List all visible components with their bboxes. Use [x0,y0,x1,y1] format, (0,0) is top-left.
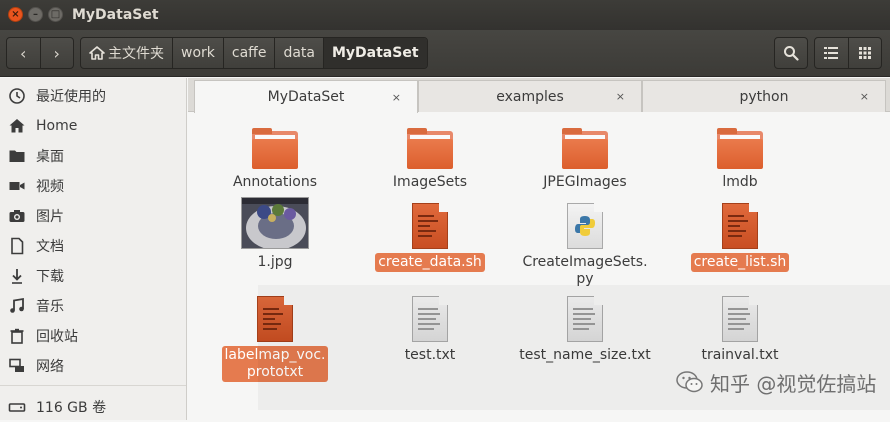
tab-examples[interactable]: examples × [418,80,642,112]
sidebar-item-recent[interactable]: 最近使用的 [0,81,186,111]
wechat-icon [676,371,703,393]
sidebar-item-documents[interactable]: 文档 [0,231,186,261]
video-icon [9,182,25,190]
sidebar-item-label: 桌面 [36,149,64,165]
sidebar-item-label: 下载 [36,269,64,285]
camera-icon [9,210,25,222]
history-nav: ‹ › [6,37,74,69]
sidebar-item-music[interactable]: 音乐 [0,291,186,321]
sidebar-item-home[interactable]: Home [0,111,186,141]
watermark-text: 知乎 @视觉佐搞站 [710,371,877,396]
watermark: 知乎 @视觉佐搞站 [676,360,886,404]
file-item-create-list-sh[interactable]: create_list.sh [665,202,815,272]
sidebar-item-videos[interactable]: 视频 [0,171,186,201]
breadcrumb-mydataset[interactable]: MyDataSet [322,38,427,68]
minimize-window-button[interactable]: – [28,7,43,22]
script-file-icon [722,202,759,249]
drive-icon [8,403,26,412]
sidebar-item-label: 视频 [36,179,64,195]
download-icon [12,269,22,284]
window-title: MyDataSet [72,7,159,23]
breadcrumb-data[interactable]: data [274,38,323,68]
document-icon [11,237,24,255]
file-name: CreateImageSets. py [522,254,648,287]
sidebar-item-network[interactable]: 网络 [0,351,186,381]
toolbar: ‹ › 主文件夹 work caffe data MyDataSet [0,30,890,77]
clock-icon [9,88,25,104]
close-icon[interactable]: × [860,90,869,103]
places-sidebar: 最近使用的 Home 桌面 视频 图片 文档 下载 音乐 回收站 网络 116 … [0,78,187,420]
file-name: JPEGImages [543,174,627,190]
network-icon [9,358,24,372]
file-item-create-data-sh[interactable]: create_data.sh [355,202,505,272]
music-icon [10,297,24,313]
python-file-icon [567,202,604,249]
chevron-left-icon: ‹ [20,43,27,63]
sidebar-item-volume[interactable]: 116 GB 卷 [0,392,186,422]
file-name: Annotations [232,174,318,190]
file-item-imagesets[interactable]: ImageSets [355,128,505,192]
trash-icon [10,328,24,344]
window-titlebar: × – □ MyDataSet [0,0,890,30]
close-icon[interactable]: × [392,91,401,104]
tab-python[interactable]: python × [642,80,886,112]
sidebar-item-downloads[interactable]: 下载 [0,261,186,291]
tab-bar: MyDataSet × examples × python × [188,78,890,113]
sidebar-item-desktop[interactable]: 桌面 [0,141,186,171]
breadcrumb-home[interactable]: 主文件夹 [81,38,172,68]
file-name: 1.jpg [257,254,293,270]
sidebar-item-label: 图片 [36,209,64,225]
file-name: create_list.sh [690,253,790,272]
home-icon [9,119,25,133]
breadcrumb-work[interactable]: work [172,38,223,68]
view-mode-group [814,37,882,69]
sidebar-item-label: 音乐 [36,299,64,315]
tab-label: examples [496,88,564,105]
sidebar-item-trash[interactable]: 回收站 [0,321,186,351]
grid-view-icon [858,47,871,59]
breadcrumb: 主文件夹 work caffe data MyDataSet [80,37,428,69]
sidebar-item-pictures[interactable]: 图片 [0,201,186,231]
close-icon[interactable]: × [616,90,625,103]
home-icon [89,46,105,60]
sidebar-separator [0,385,186,386]
tab-mydataset[interactable]: MyDataSet × [194,80,418,113]
file-name: lmdb [722,174,758,190]
tab-label: MyDataSet [267,89,345,105]
folder-icon [717,128,763,169]
forward-button[interactable]: › [39,38,74,68]
search-icon [784,46,799,61]
breadcrumb-caffe[interactable]: caffe [222,38,275,68]
sidebar-item-label: 文档 [36,239,64,255]
file-item-createimagesets-py[interactable]: CreateImageSets. py [510,202,660,289]
file-item-jpegimages[interactable]: JPEGImages [510,128,660,192]
list-view-button[interactable] [815,38,848,68]
file-item-annotations[interactable]: Annotations [200,128,350,192]
sidebar-item-label: 116 GB 卷 [36,400,107,416]
tab-label: python [739,88,789,105]
file-name: create_data.sh [375,253,485,272]
maximize-window-button[interactable]: □ [48,7,63,22]
sidebar-item-label: 回收站 [36,329,78,345]
file-item-lmdb[interactable]: lmdb [665,128,815,192]
list-view-icon [824,47,839,59]
sidebar-item-label: Home [36,118,78,134]
folder-icon [252,128,298,169]
folder-icon [9,150,25,162]
sidebar-item-label: 最近使用的 [36,89,106,105]
back-button[interactable]: ‹ [7,38,40,68]
file-name: ImageSets [392,174,468,190]
folder-icon [562,128,608,169]
chevron-right-icon: › [53,43,60,63]
folder-icon [407,128,453,169]
breadcrumb-label: 主文件夹 [108,46,164,62]
close-window-button[interactable]: × [8,7,23,22]
file-item-1-jpg[interactable]: 1.jpg [200,197,350,272]
grid-view-button[interactable] [847,38,882,68]
sidebar-item-label: 网络 [36,359,64,375]
search-button[interactable] [774,37,808,69]
script-file-icon [412,202,449,249]
image-thumbnail [241,197,309,249]
